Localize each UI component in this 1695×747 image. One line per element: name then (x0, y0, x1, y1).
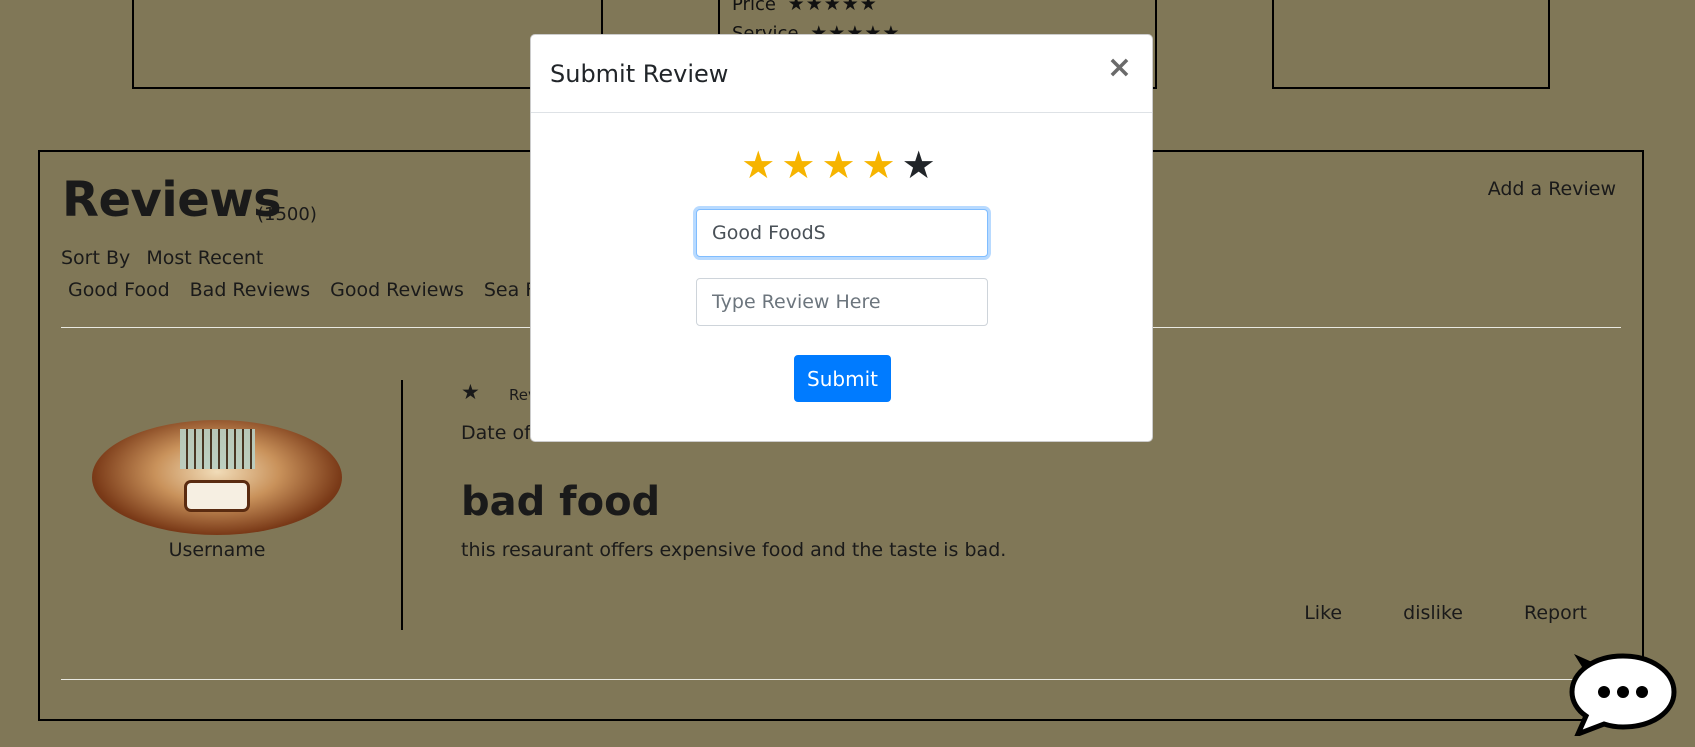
submit-button[interactable]: Submit (794, 355, 891, 402)
close-icon[interactable]: × (1107, 53, 1132, 83)
star-icon-5[interactable]: ★ (902, 143, 942, 187)
restaurant-window (179, 429, 255, 470)
star-icon-1[interactable]: ★ (741, 143, 781, 187)
chat-icon[interactable] (1566, 648, 1680, 739)
rating-row-price: Price ★★★★★ (732, 0, 900, 19)
reviews-count: (1500) (257, 204, 317, 225)
rating-stars: ★★★★★ (787, 0, 878, 15)
filter-bad-reviews[interactable]: Bad Reviews (183, 279, 317, 301)
review-text-input[interactable] (696, 278, 988, 326)
star-icon-3[interactable]: ★ (821, 143, 861, 187)
like-button[interactable]: Like (1304, 602, 1342, 624)
rating-label: Price (732, 0, 776, 15)
review-actions: Like dislike Report (1249, 602, 1587, 624)
review-filters: Good Food Bad Reviews Good Reviews Sea Foo (61, 279, 572, 301)
top-card-right (1272, 0, 1550, 89)
sort-control[interactable]: Sort By Most Recent (61, 247, 263, 269)
vertical-divider (401, 380, 403, 630)
modal-header: Submit Review × (531, 35, 1152, 113)
star-icon-2[interactable]: ★ (781, 143, 821, 187)
add-review-link[interactable]: Add a Review (1488, 178, 1616, 200)
star-icon: ★ (461, 380, 480, 404)
review-username: Username (168, 539, 266, 561)
report-button[interactable]: Report (1524, 602, 1587, 624)
review-body: this resaurant offers expensive food and… (461, 539, 1007, 561)
review-title-input[interactable] (696, 209, 988, 257)
sort-label: Sort By (61, 247, 131, 269)
submit-review-modal: Submit Review × ★★★★★ Submit (530, 34, 1153, 442)
filter-good-food[interactable]: Good Food (61, 279, 177, 301)
star-icon-4[interactable]: ★ (862, 143, 902, 187)
star-rating-input[interactable]: ★★★★★ (531, 143, 1152, 187)
review-heading: bad food (461, 479, 661, 525)
avatar (92, 420, 342, 535)
sort-value[interactable]: Most Recent (146, 247, 263, 269)
review-date: Date of (461, 422, 531, 444)
modal-title: Submit Review (550, 60, 729, 88)
filter-good-reviews[interactable]: Good Reviews (323, 279, 471, 301)
restaurant-table (187, 483, 247, 509)
reviews-title: Reviews (62, 172, 282, 228)
divider (61, 679, 1621, 680)
dislike-button[interactable]: dislike (1403, 602, 1463, 624)
